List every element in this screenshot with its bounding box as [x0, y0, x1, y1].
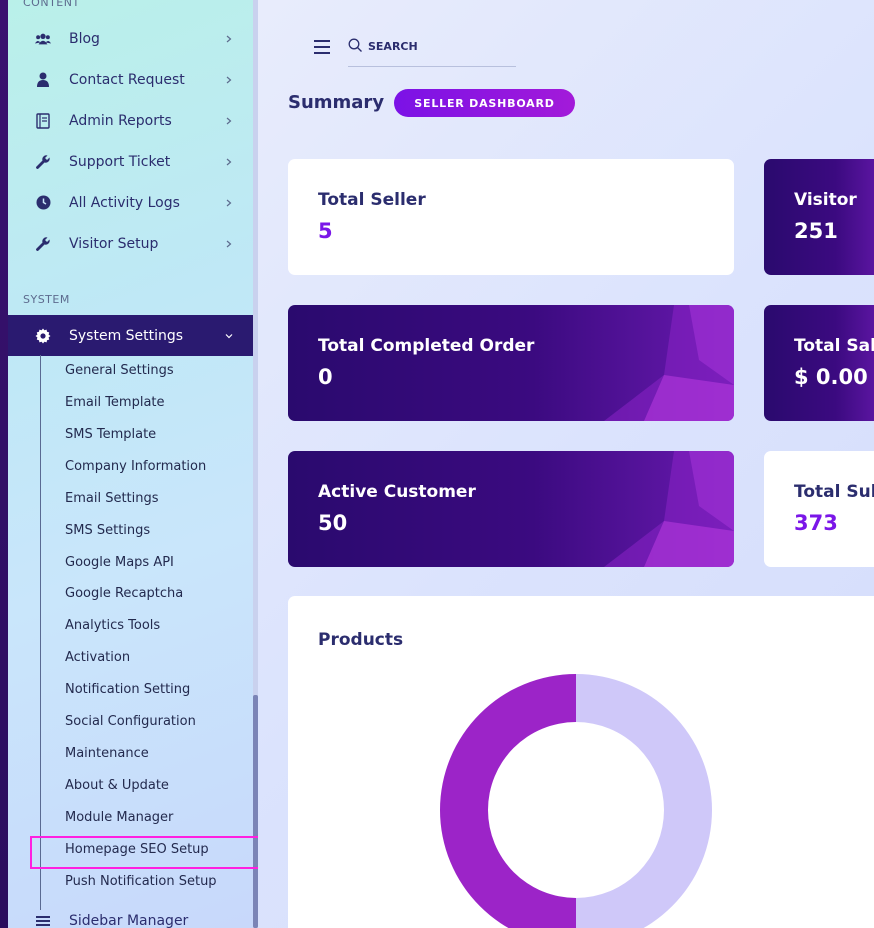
- chevron-right-icon: [226, 240, 232, 247]
- submenu-item-email-settings[interactable]: Email Settings: [65, 491, 159, 506]
- submenu-item-google-recaptcha[interactable]: Google Recaptcha: [65, 586, 183, 601]
- submenu-item-push-notification-setup[interactable]: Push Notification Setup: [65, 874, 217, 889]
- submenu-item-sms-settings[interactable]: SMS Settings: [65, 523, 150, 538]
- hamburger-menu-icon[interactable]: [314, 40, 330, 54]
- products-title: Products: [318, 630, 404, 650]
- chevron-right-icon: [226, 35, 232, 42]
- donut-slice-0[interactable]: [440, 674, 576, 928]
- chevron-right-icon: [226, 158, 232, 165]
- menu-icon: [35, 913, 51, 928]
- donut-slice-1[interactable]: [576, 674, 712, 928]
- stat-card-value: $ 0.00: [794, 365, 868, 389]
- stat-card-title: Total Sub: [794, 482, 874, 502]
- products-donut-chart: [440, 674, 712, 928]
- submenu-item-general-settings[interactable]: General Settings: [65, 363, 174, 378]
- sidebar-item-label: Admin Reports: [69, 112, 172, 129]
- page-title: Summary: [288, 92, 385, 113]
- submenu-item-company-information[interactable]: Company Information: [65, 459, 206, 474]
- stat-card-total-completed-order: Total Completed Order 0: [288, 305, 734, 421]
- stat-card-title: Active Customer: [318, 482, 476, 502]
- sidebar-item-sidebar-manager[interactable]: Sidebar Manager: [8, 900, 253, 928]
- sidebar-item-label: Contact Request: [69, 71, 185, 88]
- wrench-icon: [35, 236, 51, 252]
- clock-icon: [35, 195, 51, 211]
- sidebar-item-visitor-setup[interactable]: Visitor Setup: [8, 223, 253, 264]
- stat-card-title: Total Seller: [318, 190, 426, 210]
- main-content: Summary SELLER DASHBOARD Total Seller 5 …: [258, 0, 874, 928]
- chevron-right-icon: [226, 199, 232, 206]
- stat-card-total-sub: Total Sub 373: [764, 451, 874, 567]
- section-label-system: SYSTEM: [23, 293, 70, 306]
- chevron-right-icon: [226, 117, 232, 124]
- stat-card-active-customer: Active Customer 50: [288, 451, 734, 567]
- sidebar-item-activity-logs[interactable]: All Activity Logs: [8, 182, 253, 223]
- wrench-icon: [35, 154, 51, 170]
- stat-card-title: Total Sale: [794, 336, 874, 356]
- stat-card-title: Total Completed Order: [318, 336, 535, 356]
- search-icon: [348, 38, 362, 52]
- stat-card-value: 251: [794, 219, 838, 243]
- stat-card-total-seller: Total Seller 5: [288, 159, 734, 275]
- sidebar-item-contact-request[interactable]: Contact Request: [8, 59, 253, 100]
- submenu-item-email-template[interactable]: Email Template: [65, 395, 165, 410]
- sidebar-item-label: Support Ticket: [69, 153, 171, 170]
- user-icon: [35, 72, 51, 88]
- submenu-item-google-maps-api[interactable]: Google Maps API: [65, 555, 174, 570]
- stat-card-value: 50: [318, 511, 348, 535]
- chevron-right-icon: [226, 76, 232, 83]
- submenu-item-social-configuration[interactable]: Social Configuration: [65, 714, 196, 729]
- stat-card-total-sale: Total Sale $ 0.00: [764, 305, 874, 421]
- sidebar-item-label: Sidebar Manager: [69, 912, 189, 928]
- submenu-item-activation[interactable]: Activation: [65, 650, 130, 665]
- submenu-tree-line: [40, 355, 41, 910]
- search-bar: [348, 34, 516, 67]
- sidebar-item-support-ticket[interactable]: Support Ticket: [8, 141, 253, 182]
- submenu-item-sms-template[interactable]: SMS Template: [65, 427, 156, 442]
- submenu-item-analytics-tools[interactable]: Analytics Tools: [65, 618, 160, 633]
- products-card: Products: [288, 596, 874, 928]
- stat-card-visitor: Visitor 251: [764, 159, 874, 275]
- highlight-box: [30, 836, 295, 869]
- sidebar-item-system-settings[interactable]: System Settings: [8, 315, 253, 356]
- section-label-content: CONTENT: [23, 0, 80, 9]
- sidebar-item-label: All Activity Logs: [69, 194, 180, 211]
- sidebar-item-admin-reports[interactable]: Admin Reports: [8, 100, 253, 141]
- submenu-item-module-manager[interactable]: Module Manager: [65, 810, 173, 825]
- gear-icon: [35, 328, 51, 344]
- submenu-item-maintenance[interactable]: Maintenance: [65, 746, 149, 761]
- sidebar-item-label: System Settings: [69, 327, 184, 344]
- submenu-item-about-update[interactable]: About & Update: [65, 778, 169, 793]
- sidebar-item-blog[interactable]: Blog: [8, 18, 253, 59]
- decorative-polygon: [604, 451, 734, 567]
- sidebar-edge: [0, 0, 8, 928]
- decorative-polygon: [604, 305, 734, 421]
- stat-card-value: 373: [794, 511, 838, 535]
- chevron-down-icon: [225, 333, 233, 338]
- search-input[interactable]: [368, 36, 508, 56]
- seller-dashboard-button[interactable]: SELLER DASHBOARD: [394, 89, 575, 117]
- stat-card-value: 5: [318, 219, 333, 243]
- stat-card-value: 0: [318, 365, 333, 389]
- sidebar-item-label: Blog: [69, 30, 100, 47]
- stat-card-title: Visitor: [794, 190, 857, 210]
- submenu-item-notification-setting[interactable]: Notification Setting: [65, 682, 190, 697]
- report-icon: [35, 112, 51, 129]
- sidebar: CONTENT Blog Contact Request Admin Repor…: [0, 0, 258, 928]
- sidebar-item-label: Visitor Setup: [69, 235, 159, 252]
- users-icon: [35, 31, 51, 47]
